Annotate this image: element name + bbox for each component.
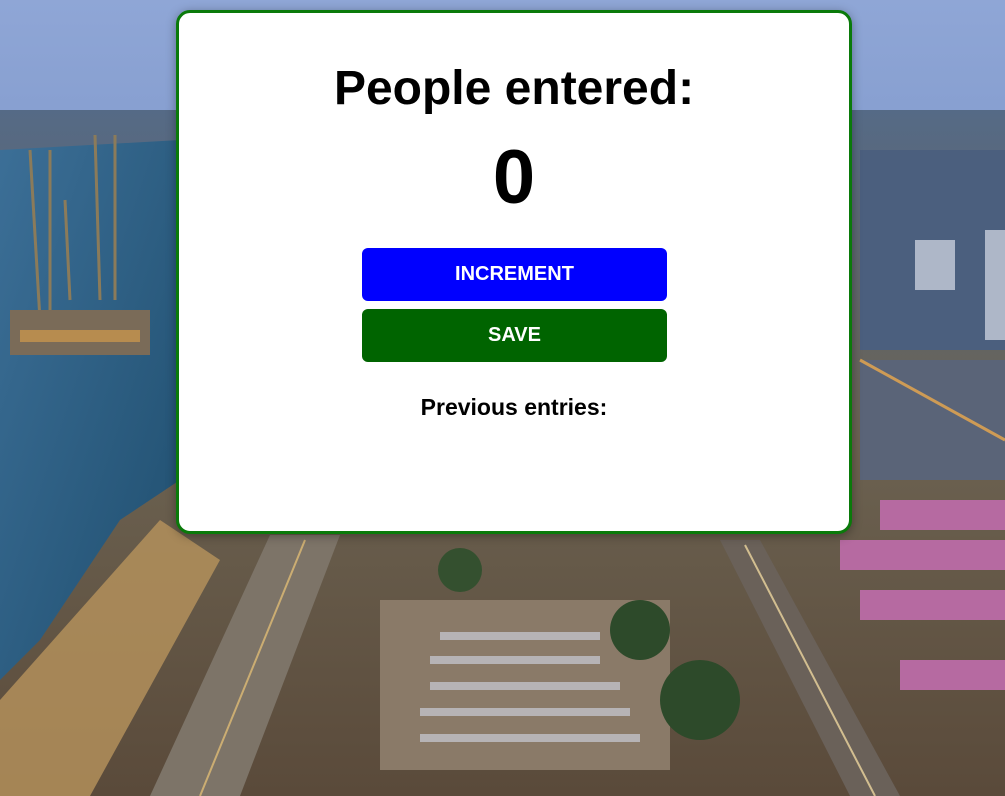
people-counter-card: People entered: 0 INCREMENT SAVE Previou… (176, 10, 852, 534)
save-button[interactable]: SAVE (362, 309, 667, 362)
previous-entries-label: Previous entries: (420, 394, 608, 420)
people-count: 0 (492, 135, 536, 220)
page-title: People entered: (333, 62, 695, 115)
increment-button[interactable]: INCREMENT (362, 248, 667, 301)
